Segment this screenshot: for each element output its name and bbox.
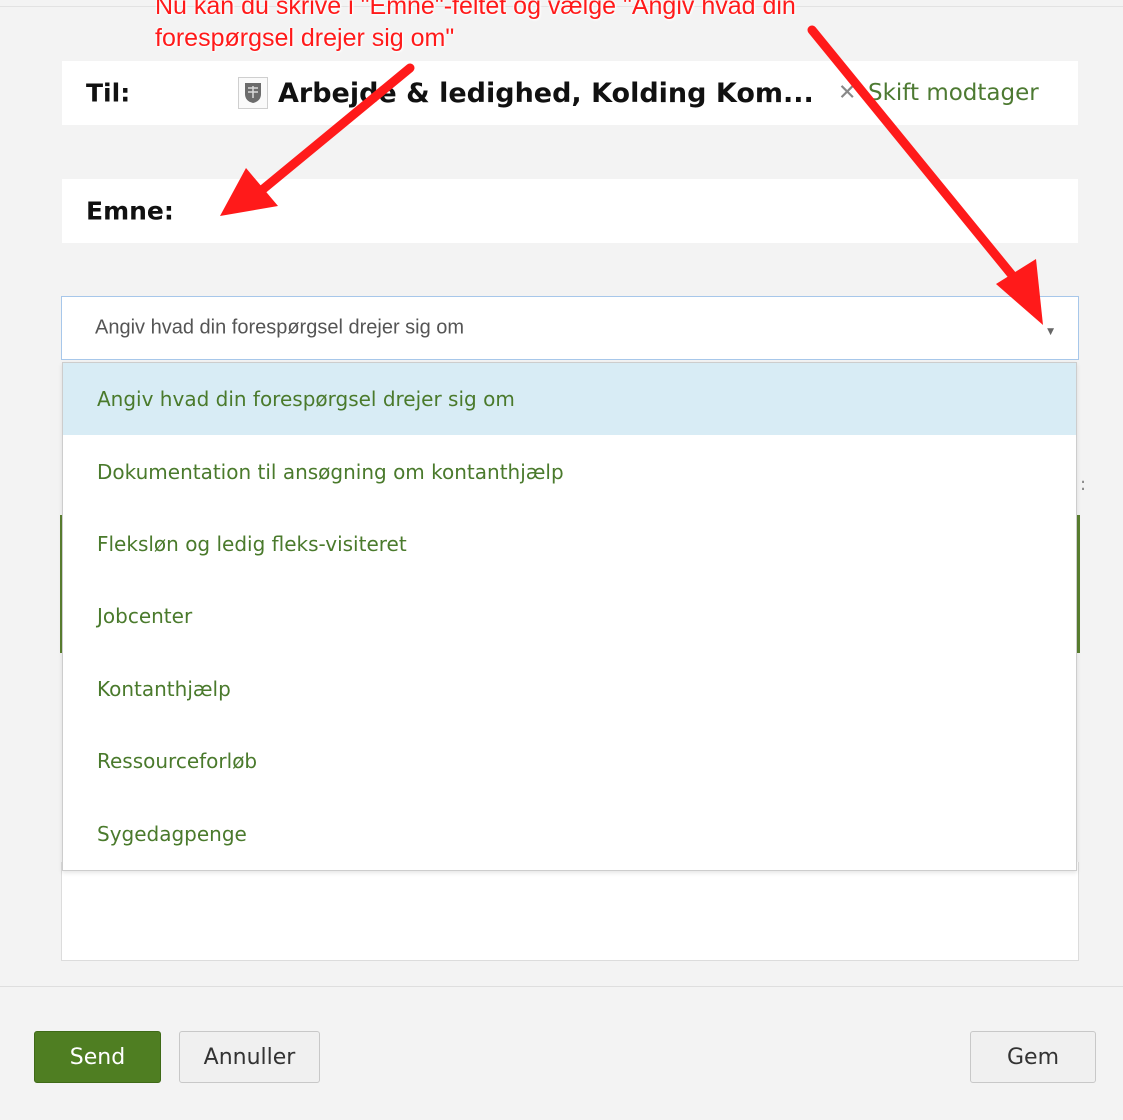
to-label: Til: bbox=[86, 78, 131, 108]
save-button[interactable]: Gem bbox=[970, 1031, 1096, 1083]
dropdown-option[interactable]: Sygedagpenge bbox=[63, 797, 1076, 869]
topic-select-value: Angiv hvad din forespørgsel drejer sig o… bbox=[95, 316, 465, 339]
subject-field[interactable]: Emne: bbox=[62, 179, 1078, 243]
tutorial-annotation: Nu kan du skrive i "Emne"-feltet og vælg… bbox=[155, 0, 796, 54]
recipient-chip: Arbejde & ledighed, Kolding Kom... bbox=[238, 77, 814, 109]
topic-select[interactable]: Angiv hvad din forespørgsel drejer sig o… bbox=[61, 296, 1079, 360]
dropdown-option[interactable]: Fleksløn og ledig fleks-visiteret bbox=[63, 508, 1076, 580]
dropdown-option[interactable]: Kontanthjælp bbox=[63, 653, 1076, 725]
topic-dropdown-list: Angiv hvad din forespørgsel drejer sig o… bbox=[62, 362, 1077, 871]
recipient-name: Arbejde & ledighed, Kolding Kom... bbox=[278, 77, 814, 109]
dropdown-option[interactable]: Dokumentation til ansøgning om kontanthj… bbox=[63, 435, 1076, 507]
remove-recipient-close-icon[interactable]: ✕ bbox=[838, 81, 856, 106]
recipient-row: Til: Arbejde & ledighed, Kolding Kom... … bbox=[62, 61, 1078, 125]
coat-of-arms-icon bbox=[238, 77, 268, 109]
dropdown-option[interactable]: Ressourceforløb bbox=[63, 725, 1076, 797]
overflow-glyph: : bbox=[1080, 474, 1087, 495]
message-body-input[interactable] bbox=[61, 862, 1079, 961]
annotation-line-1: Nu kan du skrive i "Emne"-feltet og vælg… bbox=[155, 0, 796, 20]
focus-border-right bbox=[1077, 515, 1080, 653]
dropdown-option[interactable]: Jobcenter bbox=[63, 580, 1076, 652]
annotation-line-2: forespørgsel drejer sig om" bbox=[155, 24, 455, 52]
dropdown-option[interactable]: Angiv hvad din forespørgsel drejer sig o… bbox=[63, 363, 1076, 436]
change-recipient-link[interactable]: Skift modtager bbox=[868, 80, 1039, 106]
send-button[interactable]: Send bbox=[34, 1031, 161, 1083]
caret-down-icon: ▼ bbox=[1047, 327, 1054, 337]
subject-label: Emne: bbox=[86, 196, 174, 226]
footer-divider bbox=[0, 986, 1123, 987]
cancel-button[interactable]: Annuller bbox=[179, 1031, 320, 1083]
